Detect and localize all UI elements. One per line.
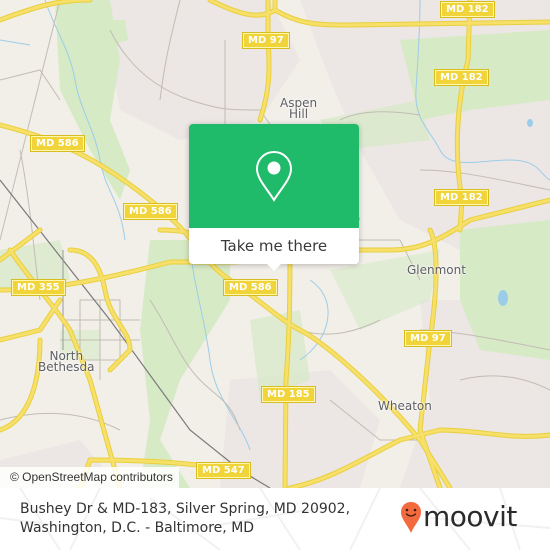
take-me-there-popup[interactable]: Take me there bbox=[189, 124, 359, 271]
route-shield-md586: MD 586 bbox=[30, 135, 85, 152]
route-shield-md182: MD 182 bbox=[434, 189, 489, 206]
route-shield-md182: MD 182 bbox=[434, 69, 489, 86]
moovit-pin-icon bbox=[401, 502, 421, 533]
take-me-there-button[interactable]: Take me there bbox=[189, 228, 359, 264]
place-label-glenmont: Glenmont bbox=[407, 263, 466, 277]
popup-pointer bbox=[266, 263, 282, 271]
route-shield-md97: MD 97 bbox=[242, 32, 290, 49]
map-canvas[interactable]: MD 182 MD 97 MD 182 MD 586 MD 586 MD 182… bbox=[0, 0, 550, 488]
address-line-1: Bushey Dr & MD-183, Silver Spring, MD 20… bbox=[20, 501, 351, 517]
route-shield-md185: MD 185 bbox=[261, 386, 316, 403]
route-shield-md355: MD 355 bbox=[11, 279, 66, 296]
place-label-aspen-hill: Aspen Hill bbox=[280, 96, 318, 121]
route-shield-md97: MD 97 bbox=[404, 330, 452, 347]
route-shield-md547: MD 547 bbox=[196, 462, 251, 479]
place-label-north-bethesda: North Bethesda bbox=[38, 349, 95, 374]
map-attribution[interactable]: © OpenStreetMap contributors bbox=[0, 467, 179, 488]
map-pin-icon bbox=[255, 150, 293, 202]
moovit-wordmark: moovit bbox=[423, 500, 517, 533]
route-shield-md586: MD 586 bbox=[223, 279, 278, 296]
route-shield-md182: MD 182 bbox=[440, 1, 495, 18]
place-label-wheaton: Wheaton bbox=[378, 399, 432, 413]
footer: Bushey Dr & MD-183, Silver Spring, MD 20… bbox=[0, 488, 550, 550]
address-line-2: Washington, D.C. - Baltimore, MD bbox=[20, 520, 255, 536]
location-address: Bushey Dr & MD-183, Silver Spring, MD 20… bbox=[20, 500, 350, 538]
route-shield-md586: MD 586 bbox=[123, 203, 178, 220]
